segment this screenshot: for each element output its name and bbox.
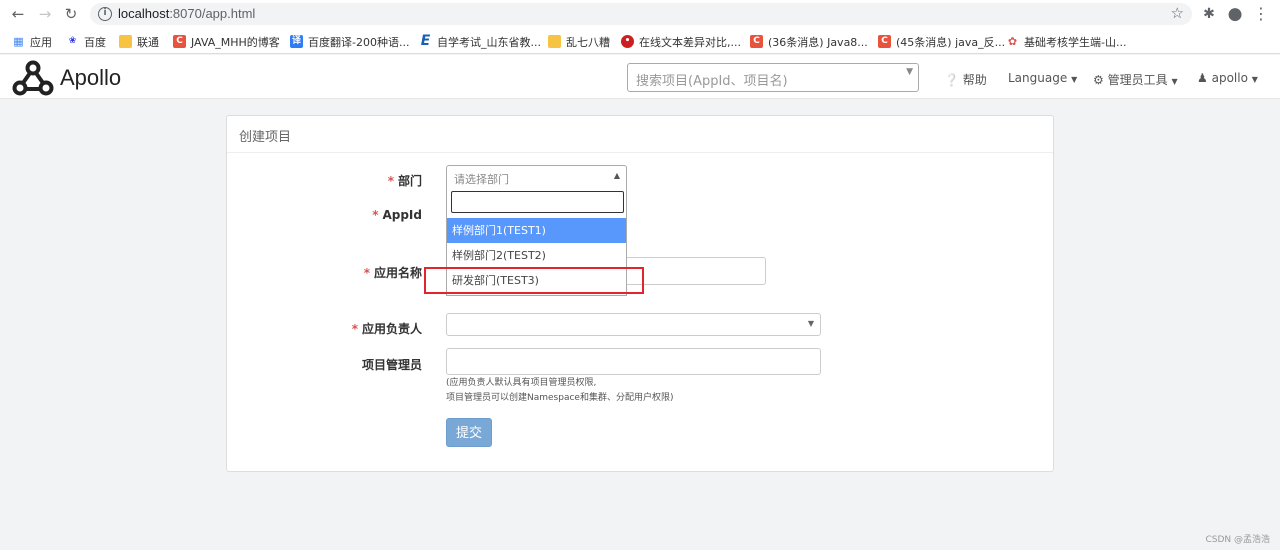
url-text: localhost:8070/app.html (118, 6, 256, 21)
admin-tools-menu[interactable]: ⚙ 管理员工具 ▼ (1093, 71, 1178, 88)
reload-icon[interactable]: ↻ (61, 4, 81, 24)
forward-arrow-icon[interactable]: → (35, 4, 55, 24)
apps-grid-icon: ▦ (13, 35, 24, 48)
appname-label: * 应用名称 (363, 266, 422, 280)
profile-avatar-icon[interactable]: ● (1225, 4, 1245, 24)
bookmark-item[interactable]: C (45条消息) java_反... (878, 34, 1005, 49)
bookmarks-bar: ▦ 应用 ❀ 百度 联通 C JAVA_MHH的博客 译百度翻译-200种语... E… (0, 28, 1280, 54)
search-placeholder: 搜索项目(AppId、项目名) (636, 74, 788, 89)
csdn-c-icon: C (173, 35, 186, 48)
diff-circle-icon: • (621, 35, 634, 48)
bookmark-item[interactable]: ❀ 百度 (66, 34, 106, 49)
caret-down-icon: ▼ (1071, 75, 1078, 84)
admins-label: 项目管理员 (361, 358, 422, 372)
user-icon: ♟ (1197, 71, 1208, 85)
browser-menu-icon[interactable]: ⋮ (1251, 4, 1271, 24)
required-marker: * (387, 174, 394, 188)
watermark: CSDN @孟浩浩 (1205, 535, 1270, 545)
csdn-c-icon: C (750, 35, 763, 48)
chevron-up-icon: ▲ (613, 171, 620, 180)
annotation-highlight-box (424, 267, 644, 294)
browser-toolbar: ← → ↻ i localhost:8070/app.html ☆ ✱ ● ⋮ (0, 0, 1280, 28)
submit-button[interactable]: 提交 (446, 418, 492, 447)
bookmark-item[interactable]: ▦ 应用 (12, 34, 52, 49)
bookmark-item[interactable]: 联通 (119, 34, 159, 49)
panel-heading: 创建项目 (227, 116, 1053, 153)
chevron-down-icon: ▼ (906, 67, 913, 77)
dept-label: * 部门 (387, 174, 422, 188)
back-arrow-icon[interactable]: ← (8, 4, 28, 24)
admins-input[interactable] (446, 348, 821, 375)
bookmark-item[interactable]: C JAVA_MHH的博客 (173, 34, 280, 49)
user-menu[interactable]: ♟ apollo ▼ (1197, 71, 1258, 85)
dept-search-input[interactable] (451, 191, 624, 213)
admins-hint-2: 项目管理员可以创建Namespace和集群、分配用户权限) (446, 393, 674, 403)
admins-hint-1: (应用负责人默认具有项目管理员权限, (446, 378, 597, 388)
bookmark-item[interactable]: ✿ 基础考核学生端-山... (1006, 34, 1127, 49)
bookmark-item[interactable]: C (36条消息) Java8... (750, 34, 868, 49)
bookmark-item[interactable]: E 自学考试_山东省教... (419, 34, 541, 49)
required-marker: * (363, 266, 370, 280)
extensions-puzzle-icon[interactable]: ✱ (1199, 4, 1219, 24)
bookmark-item[interactable]: • 在线文本差异对比,... (621, 34, 741, 49)
dept-option[interactable]: 样例部门1(TEST1) (447, 218, 626, 243)
apollo-logo-icon (12, 60, 54, 96)
owner-label: * 应用负责人 (351, 322, 422, 336)
bookmark-star-icon[interactable]: ☆ (1171, 4, 1184, 22)
question-circle-icon: ❔ (944, 73, 959, 87)
csdn-c-icon: C (878, 35, 891, 48)
dept-select[interactable]: 请选择部门 ▲ (446, 165, 627, 189)
dept-option[interactable]: 样例部门2(TEST2) (447, 243, 626, 268)
e-logo-icon: E (420, 33, 431, 49)
project-search-select[interactable]: 搜索项目(AppId、项目名) ▼ (627, 63, 919, 92)
language-menu[interactable]: Language ▼ (1008, 71, 1077, 85)
logo-text: Apollo (60, 65, 122, 90)
folder-icon (548, 35, 561, 48)
required-marker: * (351, 322, 358, 336)
bookmark-item[interactable]: 译百度翻译-200种语... (290, 34, 409, 49)
bookmark-item[interactable]: 乱七八糟 (548, 34, 610, 49)
help-link[interactable]: ❔ 帮助 (944, 71, 987, 88)
caret-down-icon: ▼ (1251, 75, 1258, 84)
gear-icon: ⚙ (1093, 73, 1104, 87)
caret-down-icon: ▼ (1171, 77, 1178, 86)
address-bar[interactable]: i localhost:8070/app.html ☆ (90, 3, 1192, 25)
dept-placeholder: 请选择部门 (454, 173, 509, 186)
owner-select[interactable]: ▼ (446, 313, 821, 336)
chevron-down-icon: ▼ (807, 319, 814, 328)
translate-icon: 译 (290, 35, 303, 48)
apollo-logo[interactable]: Apollo (12, 59, 121, 97)
required-marker: * (372, 208, 379, 222)
appid-label: * AppId (372, 208, 422, 222)
app-header: Apollo 搜索项目(AppId、项目名) ▼ ❔ 帮助 Language ▼… (0, 55, 1280, 99)
folder-icon (119, 35, 132, 48)
baidu-paw-icon: ❀ (68, 36, 77, 46)
info-icon[interactable]: i (98, 7, 112, 21)
panel-title: 创建项目 (239, 130, 292, 145)
flower-icon: ✿ (1007, 35, 1018, 48)
